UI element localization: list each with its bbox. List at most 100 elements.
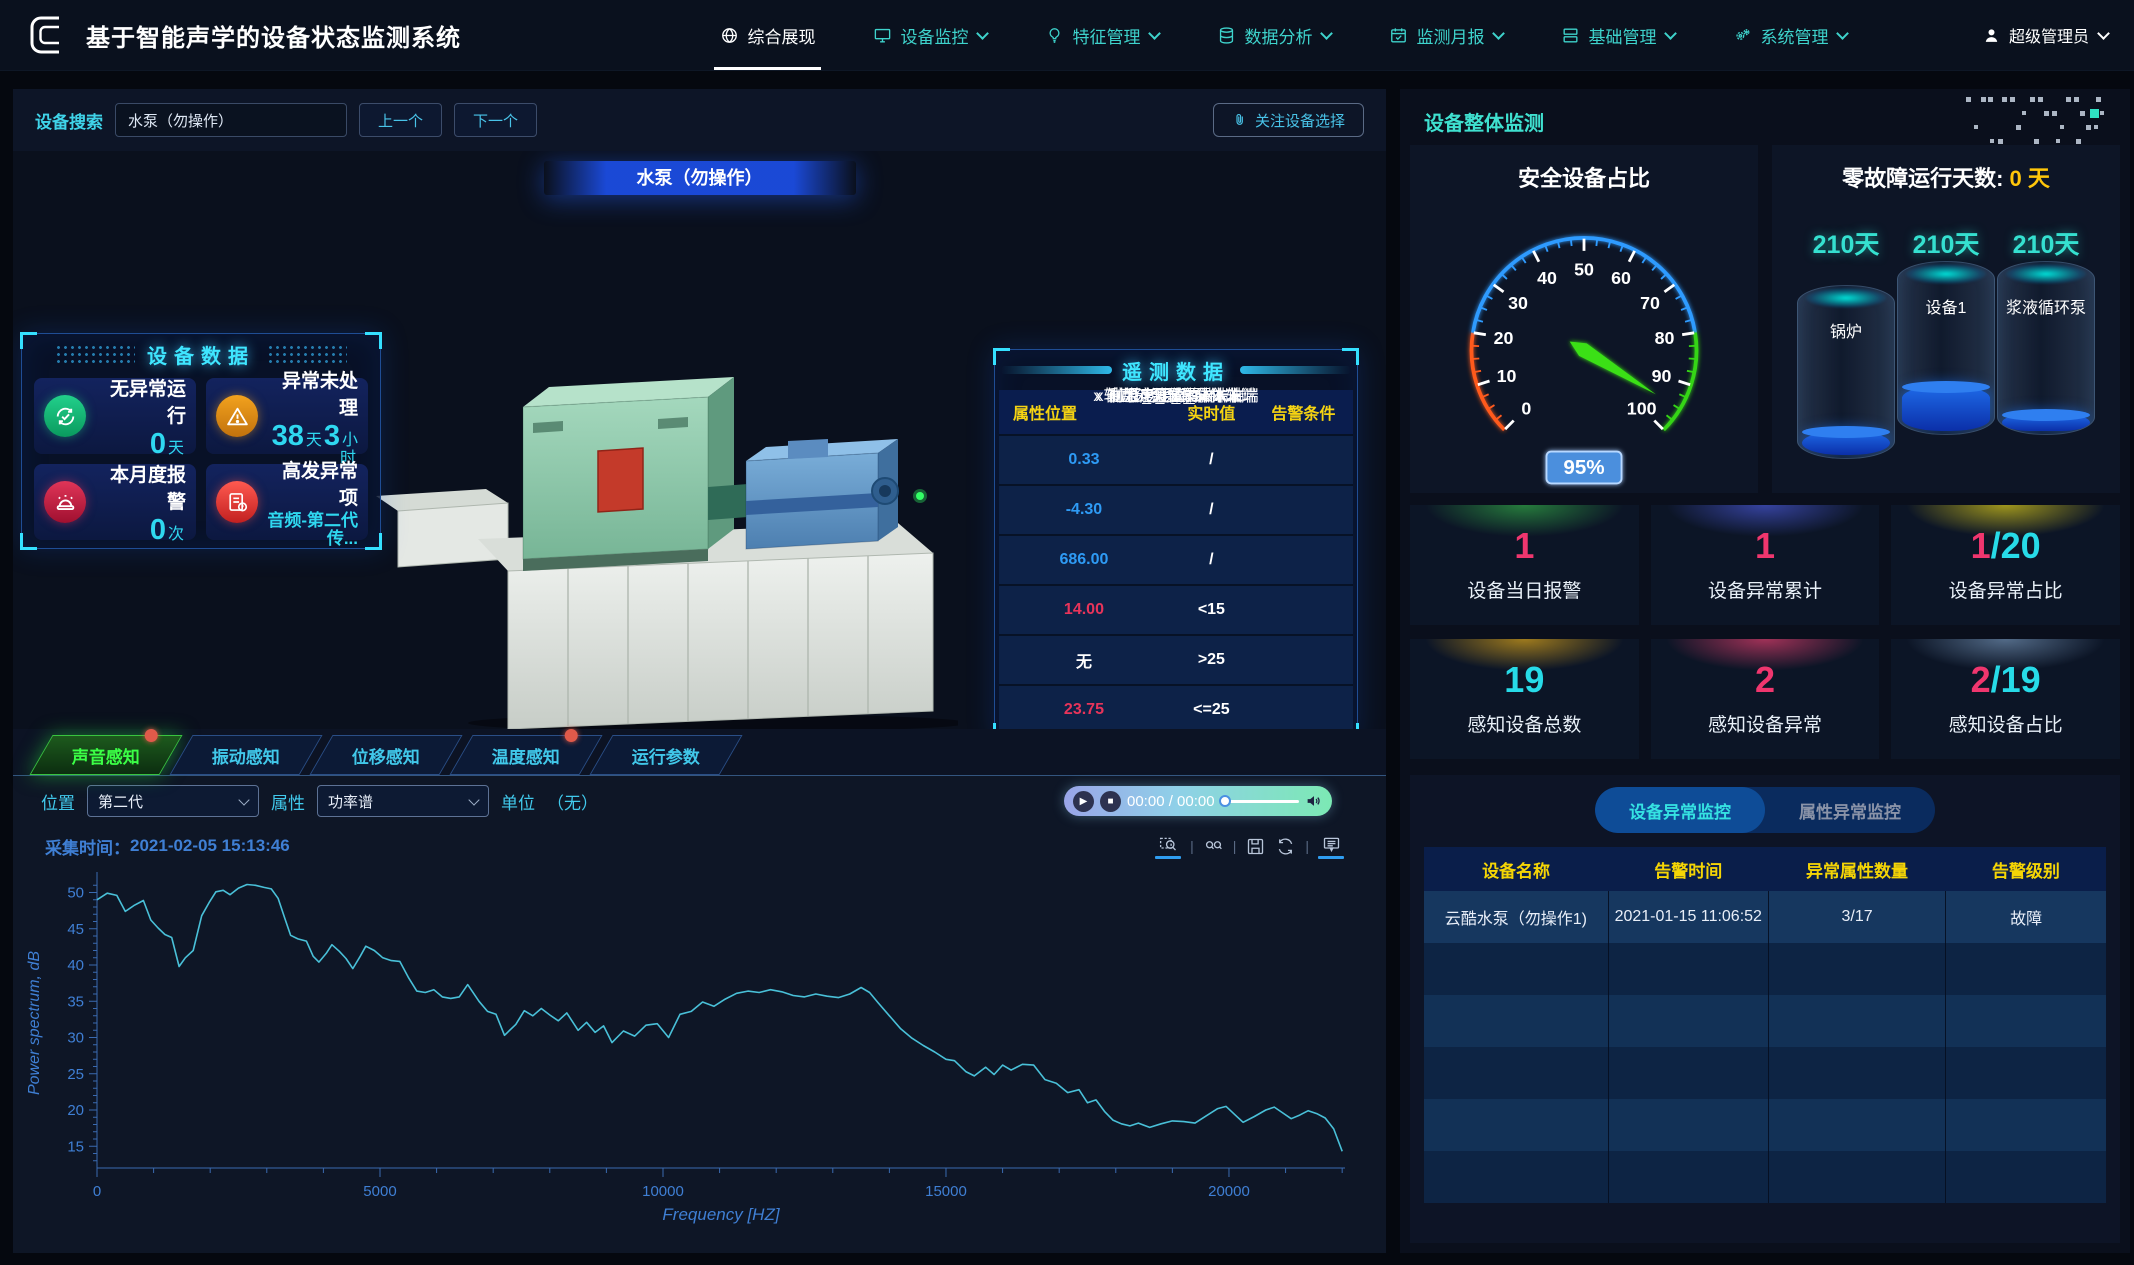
topbar: 基于智能声学的设备状态监测系统 综合展现 设备监控 特征管理 — [0, 0, 2134, 71]
slider-knob[interactable] — [1219, 795, 1231, 807]
seek-slider[interactable] — [1221, 800, 1299, 803]
chevron-down-icon — [1837, 27, 1850, 40]
dots-decoration — [1926, 95, 2106, 147]
model-viewport[interactable]: 水泵（勿操作） — [13, 151, 1386, 729]
svg-text:25: 25 — [67, 1066, 84, 1083]
svg-text:5000: 5000 — [363, 1183, 396, 1200]
svg-text:10: 10 — [1497, 366, 1517, 386]
model-title-banner: 水泵（勿操作） — [544, 161, 856, 195]
alarm-empty-row — [1424, 943, 2106, 995]
device-stat-card: 无异常运行 0天 — [34, 378, 196, 454]
alarm-monitor-card: 设备异常监控 属性异常监控 设备名称告警时间异常属性数量告警级别云酷水泵（勿操作… — [1410, 775, 2120, 1243]
stop-button[interactable]: ■ — [1100, 791, 1121, 812]
nav-item[interactable]: 综合展现 — [720, 0, 815, 70]
unit-label: 单位 — [501, 789, 535, 814]
globe-icon — [720, 26, 739, 45]
svg-text:Frequency [HZ]: Frequency [HZ] — [662, 1205, 780, 1224]
alarm-tab[interactable]: 属性异常监控 — [1765, 787, 1935, 833]
device-search-label: 设备搜索 — [35, 108, 103, 133]
svg-text:90: 90 — [1652, 366, 1672, 386]
play-button[interactable]: ▶ — [1073, 791, 1094, 812]
tank-liquid — [2002, 414, 2090, 431]
svg-text:50: 50 — [1574, 259, 1594, 279]
stat-card: 2/19 感知设备占比 — [1891, 639, 2120, 759]
volume-icon[interactable] — [1305, 792, 1323, 810]
nav-item[interactable]: 监测月报 — [1389, 0, 1503, 70]
capture-time-value: 2021-02-05 15:13:46 — [130, 836, 290, 856]
data-view-icon[interactable] — [1318, 834, 1344, 859]
sense-tab[interactable]: 声音感知 — [29, 735, 182, 775]
nav-item[interactable]: 设备监控 — [873, 0, 987, 70]
safety-gauge: 010203040506070809010095% — [1419, 189, 1749, 489]
position-select[interactable]: 第二代 — [87, 785, 259, 817]
attribute-select[interactable]: 功率谱 — [317, 785, 489, 817]
save-image-icon[interactable] — [1245, 836, 1266, 857]
device-search-bar: 设备搜索 上一个 下一个 关注设备选择 — [13, 89, 1386, 151]
brand: 基于智能声学的设备状态监测系统 — [26, 13, 586, 57]
dots-decoration — [55, 344, 135, 364]
device-search-input[interactable] — [115, 103, 347, 137]
sense-tab[interactable]: 温度感知 — [449, 735, 602, 775]
tank-item: 210天 锅炉 — [1796, 199, 1896, 493]
prev-device-button[interactable]: 上一个 — [359, 103, 442, 137]
alarm-row[interactable]: 云酷水泵（勿操作1)2021-01-15 11:06:523/17故障 — [1424, 891, 2106, 943]
chevron-down-icon — [1493, 27, 1506, 40]
svg-text:100: 100 — [1627, 398, 1657, 418]
next-device-button[interactable]: 下一个 — [454, 103, 537, 137]
chevron-down-icon — [1321, 27, 1334, 40]
gears-icon — [1733, 26, 1752, 45]
sense-tab[interactable]: 振动感知 — [169, 735, 322, 775]
alarm-table: 设备名称告警时间异常属性数量告警级别云酷水泵（勿操作1)2021-01-15 1… — [1424, 847, 2106, 1203]
attribute-label: 属性 — [271, 789, 305, 814]
user-menu[interactable]: 超级管理员 — [1982, 23, 2108, 47]
tank-cylinder: 锅炉 — [1797, 285, 1895, 459]
tank-liquid — [1802, 431, 1890, 455]
spectrum-controls: 位置 第二代 属性 功率谱 单位 （无） ▶ ■ 00: — [13, 776, 1386, 826]
svg-text:15000: 15000 — [925, 1183, 967, 1200]
monitor-icon — [873, 26, 892, 45]
tank-cylinder: 设备1 — [1897, 261, 1995, 435]
device-stat-card: 高发异常项 音频-第二代传... — [206, 464, 368, 540]
tank-cylinder: 浆液循环泵 — [1997, 261, 2095, 435]
svg-text:80: 80 — [1655, 328, 1675, 348]
chevron-down-icon — [238, 794, 249, 805]
alarm-tab[interactable]: 设备异常监控 — [1595, 787, 1765, 833]
alarm-empty-row — [1424, 995, 2106, 1047]
focus-device-button[interactable]: 关注设备选择 — [1213, 103, 1364, 137]
zoom-reset-icon[interactable] — [1203, 836, 1224, 857]
area-zoom-icon[interactable] — [1155, 834, 1181, 859]
tank-item: 210天 浆液循环泵 — [1996, 199, 2096, 493]
nav-item[interactable]: 特征管理 — [1045, 0, 1159, 70]
nav-item[interactable]: 基础管理 — [1561, 0, 1675, 70]
svg-text:20: 20 — [67, 1102, 84, 1119]
alarm-empty-row — [1424, 1151, 2106, 1203]
dots-decoration — [267, 344, 347, 364]
sense-tab[interactable]: 位移感知 — [309, 735, 462, 775]
telemetry-row: 位移_泵体首端X轴 686.00 / — [999, 534, 1353, 584]
telemetry-row: 剩余电压_泵体末端 14.00 <15 — [999, 584, 1353, 634]
app-logo — [26, 13, 70, 57]
sense-tabs: 声音感知 振动感知 位移感知 — [13, 729, 1386, 776]
user-icon — [1982, 26, 2001, 45]
nav-item[interactable]: 数据分析 — [1217, 0, 1331, 70]
svg-text:45: 45 — [67, 921, 84, 938]
svg-text:15: 15 — [67, 1138, 84, 1155]
sense-tab[interactable]: 运行参数 — [589, 735, 742, 775]
stat-card: 19 感知设备总数 — [1410, 639, 1639, 759]
svg-text:40: 40 — [1537, 268, 1557, 288]
pump-3d-model — [358, 291, 958, 729]
check-cycle-icon — [44, 395, 86, 437]
alert-badge — [565, 729, 578, 742]
position-label: 位置 — [41, 789, 75, 814]
app-root: 基于智能声学的设备状态监测系统 综合展现 设备监控 特征管理 — [0, 0, 2134, 1265]
database-icon — [1217, 26, 1236, 45]
restore-icon[interactable] — [1275, 836, 1296, 857]
alarm-empty-row — [1424, 1047, 2106, 1099]
main-content: 设备搜索 上一个 下一个 关注设备选择 水泵（勿操作） — [0, 71, 2134, 1265]
nav-item[interactable]: 系统管理 — [1733, 0, 1847, 70]
telemetry-table: 属性位置 实时值 告警条件 x 轴加速度值_泵体末端 0.33 / — [995, 390, 1357, 729]
alarm-col-header: 告警时间 — [1608, 847, 1768, 891]
chevron-down-icon — [977, 27, 990, 40]
capture-time-label: 采集时间： — [45, 834, 130, 859]
svg-text:0: 0 — [93, 1183, 101, 1200]
